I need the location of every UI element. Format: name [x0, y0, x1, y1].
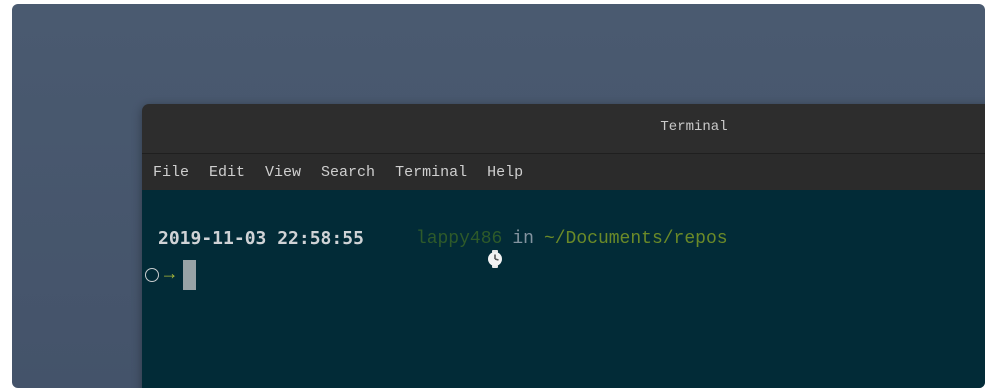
menu-bar: File Edit View Search Terminal Help — [142, 154, 985, 190]
prompt-host: lappy486 — [415, 228, 503, 249]
clock-icon — [378, 230, 502, 268]
window-titlebar[interactable]: Terminal — [142, 104, 985, 154]
terminal-window[interactable]: Terminal File Edit View Search Terminal … — [142, 104, 985, 388]
text-cursor — [182, 260, 196, 290]
desktop-background: Terminal File Edit View Search Terminal … — [12, 4, 985, 388]
menu-terminal[interactable]: Terminal — [395, 164, 467, 181]
menu-view[interactable]: View — [265, 164, 301, 181]
prompt-line: 2019-11-03 22:58:55 lappy486 in ~/Docume… — [158, 228, 728, 268]
input-line[interactable]: → — [145, 260, 196, 290]
prompt-in-label: in — [512, 228, 534, 249]
menu-file[interactable]: File — [153, 164, 189, 181]
circle-icon — [145, 268, 159, 282]
menu-help[interactable]: Help — [487, 164, 523, 181]
prompt-timestamp: 2019-11-03 22:58:55 — [158, 228, 364, 249]
menu-search[interactable]: Search — [321, 164, 375, 181]
window-title: Terminal — [660, 118, 728, 135]
prompt-path: ~/Documents/repos — [543, 228, 728, 249]
prompt-arrow: → — [164, 265, 175, 285]
terminal-output[interactable]: 2019-11-03 22:58:55 lappy486 in ~/Docume… — [142, 190, 985, 388]
menu-edit[interactable]: Edit — [209, 164, 245, 181]
